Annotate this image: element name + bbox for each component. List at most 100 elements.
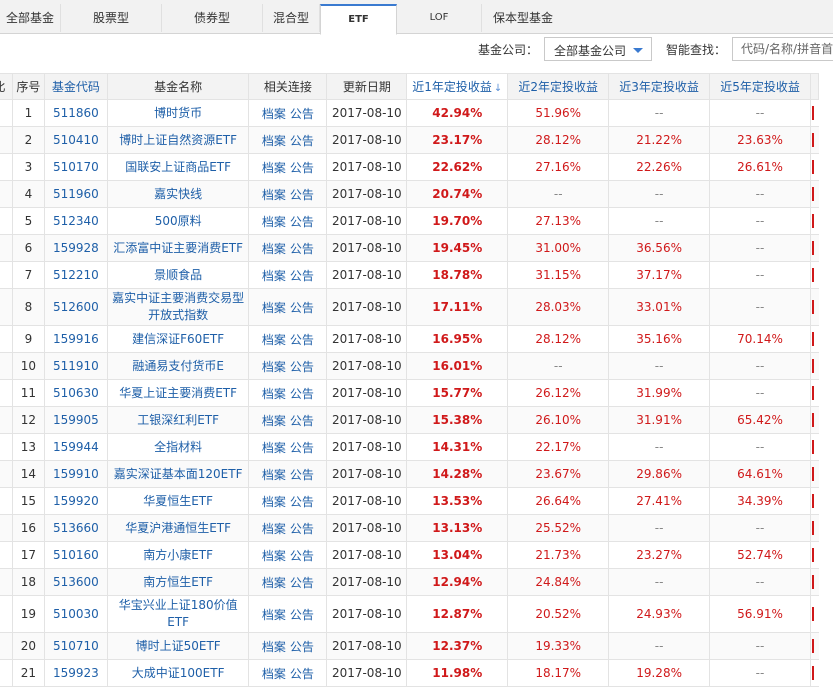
fund-name-link[interactable]: 全指材料 [154, 440, 202, 454]
search-input[interactable] [732, 37, 833, 61]
notice-link[interactable]: 公告 [290, 608, 314, 622]
fund-name-link[interactable]: 嘉实中证主要消费交易型开放式指数 [112, 291, 244, 322]
col-header-1y-return[interactable]: 近1年定投收益 ↓ [406, 73, 509, 100]
fund-name-link[interactable]: 汇添富中证主要消费ETF [113, 241, 243, 255]
col-header-2y-return[interactable]: 近2年定投收益 [507, 73, 610, 100]
col-header-code[interactable]: 基金代码 [43, 73, 108, 100]
fund-name-link[interactable]: 博时上证50ETF [136, 639, 221, 653]
checkbox-cell[interactable] [0, 514, 13, 542]
fund-code-link[interactable]: 511860 [53, 106, 99, 120]
notice-link[interactable]: 公告 [290, 269, 314, 283]
notice-link[interactable]: 公告 [290, 188, 314, 202]
tab-mixed[interactable]: 混合型 [263, 4, 320, 32]
fund-code-link[interactable]: 510710 [53, 639, 99, 653]
checkbox-cell[interactable] [0, 595, 13, 633]
tab-etf[interactable]: ETF [320, 4, 397, 35]
tab-bond[interactable]: 债券型 [162, 4, 263, 32]
checkbox-cell[interactable] [0, 406, 13, 434]
archive-link[interactable]: 档案 [262, 215, 286, 229]
checkbox-cell[interactable] [0, 433, 13, 461]
fund-code-link[interactable]: 511960 [53, 187, 99, 201]
fund-code-link[interactable]: 510630 [53, 386, 99, 400]
fund-code-link[interactable]: 510160 [53, 548, 99, 562]
notice-link[interactable]: 公告 [290, 441, 314, 455]
fund-name-link[interactable]: 博时上证自然资源ETF [119, 133, 237, 147]
archive-link[interactable]: 档案 [262, 576, 286, 590]
checkbox-cell[interactable] [0, 180, 13, 208]
notice-link[interactable]: 公告 [290, 161, 314, 175]
notice-link[interactable]: 公告 [290, 360, 314, 374]
fund-name-link[interactable]: 500原料 [155, 214, 202, 228]
archive-link[interactable]: 档案 [262, 522, 286, 536]
tab-capital-guaranteed[interactable]: 保本型基金 [482, 4, 564, 32]
fund-code-link[interactable]: 513600 [53, 575, 99, 589]
fund-code-link[interactable]: 159928 [53, 241, 99, 255]
checkbox-cell[interactable] [0, 325, 13, 353]
archive-link[interactable]: 档案 [262, 269, 286, 283]
checkbox-cell[interactable] [0, 288, 13, 326]
notice-link[interactable]: 公告 [290, 414, 314, 428]
fund-name-link[interactable]: 华夏恒生ETF [143, 494, 213, 508]
archive-link[interactable]: 档案 [262, 188, 286, 202]
fund-code-link[interactable]: 512210 [53, 268, 99, 282]
notice-link[interactable]: 公告 [290, 301, 314, 315]
tab-all-funds[interactable]: 全部基金 [0, 4, 61, 32]
fund-name-link[interactable]: 嘉实快线 [154, 187, 202, 201]
archive-link[interactable]: 档案 [262, 387, 286, 401]
fund-code-link[interactable]: 159910 [53, 467, 99, 481]
fund-company-select[interactable]: 全部基金公司 [544, 37, 652, 61]
archive-link[interactable]: 档案 [262, 414, 286, 428]
checkbox-cell[interactable] [0, 234, 13, 262]
notice-link[interactable]: 公告 [290, 333, 314, 347]
tab-lof[interactable]: LOF [397, 4, 482, 32]
archive-link[interactable]: 档案 [262, 360, 286, 374]
fund-name-link[interactable]: 博时货币 [154, 106, 202, 120]
fund-name-link[interactable]: 融通易支付货币E [132, 359, 224, 373]
archive-link[interactable]: 档案 [262, 667, 286, 681]
fund-name-link[interactable]: 大成中证100ETF [132, 666, 225, 680]
fund-name-link[interactable]: 华夏上证主要消费ETF [119, 386, 237, 400]
archive-link[interactable]: 档案 [262, 333, 286, 347]
notice-link[interactable]: 公告 [290, 107, 314, 121]
checkbox-cell[interactable] [0, 153, 13, 181]
notice-link[interactable]: 公告 [290, 242, 314, 256]
fund-code-link[interactable]: 513660 [53, 521, 99, 535]
fund-name-link[interactable]: 南方恒生ETF [143, 575, 213, 589]
notice-link[interactable]: 公告 [290, 468, 314, 482]
archive-link[interactable]: 档案 [262, 242, 286, 256]
fund-code-link[interactable]: 510170 [53, 160, 99, 174]
checkbox-cell[interactable] [0, 352, 13, 380]
archive-link[interactable]: 档案 [262, 161, 286, 175]
archive-link[interactable]: 档案 [262, 441, 286, 455]
checkbox-cell[interactable] [0, 487, 13, 515]
fund-code-link[interactable]: 159944 [53, 440, 99, 454]
notice-link[interactable]: 公告 [290, 134, 314, 148]
archive-link[interactable]: 档案 [262, 301, 286, 315]
notice-link[interactable]: 公告 [290, 667, 314, 681]
notice-link[interactable]: 公告 [290, 549, 314, 563]
col-header-ratio[interactable]: 比 [0, 73, 13, 100]
tab-stock[interactable]: 股票型 [61, 4, 162, 32]
checkbox-cell[interactable] [0, 632, 13, 660]
fund-name-link[interactable]: 工银深红利ETF [137, 413, 219, 427]
fund-code-link[interactable]: 159905 [53, 413, 99, 427]
fund-code-link[interactable]: 510030 [53, 607, 99, 621]
checkbox-cell[interactable] [0, 379, 13, 407]
archive-link[interactable]: 档案 [262, 608, 286, 622]
notice-link[interactable]: 公告 [290, 522, 314, 536]
fund-name-link[interactable]: 嘉实深证基本面120ETF [114, 467, 243, 481]
fund-code-link[interactable]: 512340 [53, 214, 99, 228]
notice-link[interactable]: 公告 [290, 387, 314, 401]
notice-link[interactable]: 公告 [290, 495, 314, 509]
col-header-3y-return[interactable]: 近3年定投收益 [608, 73, 711, 100]
archive-link[interactable]: 档案 [262, 134, 286, 148]
fund-name-link[interactable]: 南方小康ETF [143, 548, 213, 562]
checkbox-cell[interactable] [0, 261, 13, 289]
archive-link[interactable]: 档案 [262, 549, 286, 563]
fund-code-link[interactable]: 511910 [53, 359, 99, 373]
fund-name-link[interactable]: 华宝兴业上证180价值ETF [119, 598, 238, 629]
checkbox-cell[interactable] [0, 460, 13, 488]
checkbox-cell[interactable] [0, 207, 13, 235]
notice-link[interactable]: 公告 [290, 215, 314, 229]
archive-link[interactable]: 档案 [262, 468, 286, 482]
